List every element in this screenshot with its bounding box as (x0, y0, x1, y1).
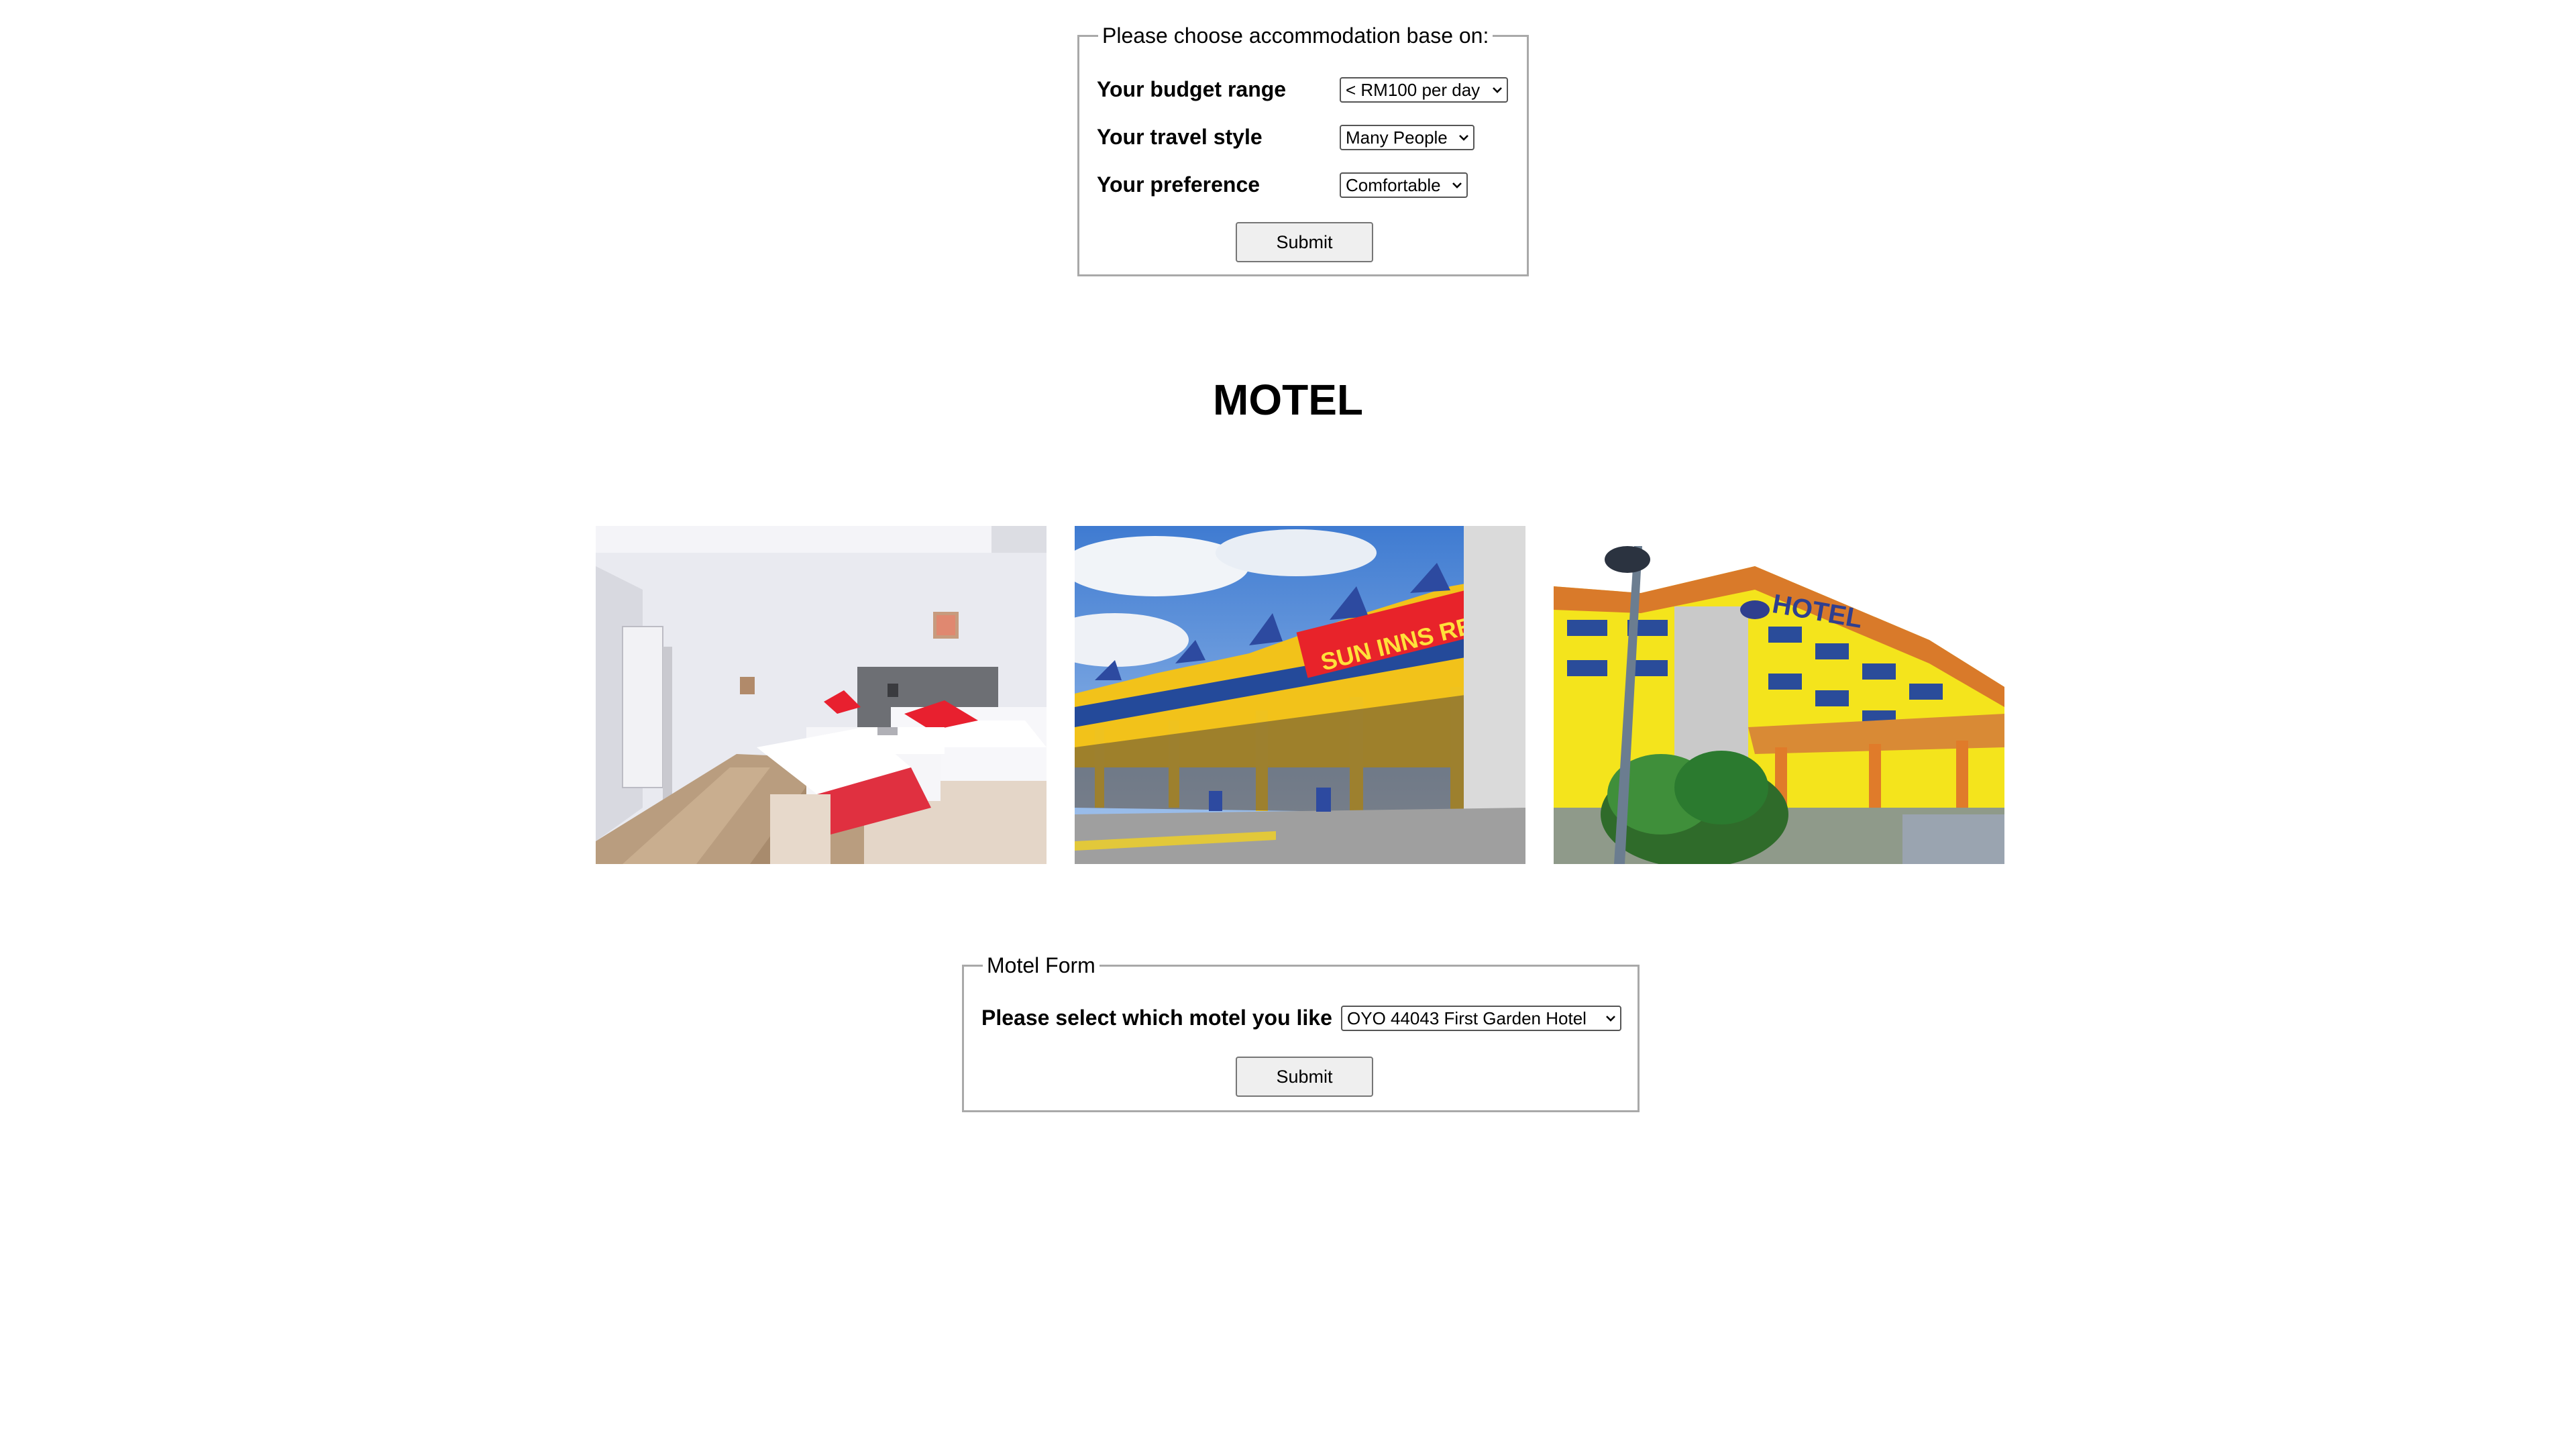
hotel-room-photo (596, 526, 1046, 864)
accommodation-form-legend: Please choose accommodation base on: (1098, 19, 1493, 52)
chevron-down-icon (1452, 182, 1462, 189)
motel-form-legend: Motel Form (983, 949, 1099, 981)
accommodation-submit-button[interactable]: Submit (1236, 222, 1373, 262)
preference-label: Your preference (1097, 172, 1260, 197)
chevron-down-icon (1606, 1016, 1615, 1022)
travel-style-select[interactable]: Many People (1340, 125, 1474, 150)
preference-select[interactable]: Comfortable (1340, 172, 1468, 198)
chevron-down-icon (1459, 135, 1468, 141)
motel-select-label: Please select which motel you like (981, 1006, 1332, 1030)
motel-select-value: OYO 44043 First Garden Hotel (1347, 1008, 1587, 1028)
page: Please choose accommodation base on: You… (0, 0, 2576, 1449)
accommodation-form: Please choose accommodation base on: You… (1077, 19, 1529, 276)
budget-label: Your budget range (1097, 77, 1287, 101)
travel-style-label: Your travel style (1097, 125, 1263, 149)
preference-row: Your preference Comfortable (1097, 168, 1513, 201)
motel-submit-button[interactable]: Submit (1236, 1057, 1373, 1097)
hotel-building-photo: HOTEL (1554, 526, 2004, 864)
budget-select-value: < RM100 per day (1346, 80, 1481, 100)
budget-select[interactable]: < RM100 per day (1340, 77, 1508, 103)
page-title: MOTEL (1213, 376, 1363, 424)
motel-select-row: Please select which motel you like OYO 4… (981, 1002, 1625, 1034)
travel-style-select-value: Many People (1346, 127, 1448, 148)
motel-select[interactable]: OYO 44043 First Garden Hotel (1341, 1006, 1621, 1031)
chevron-down-icon (1493, 87, 1502, 93)
rest-house-photo: SUN INNS REST HOUSE (1075, 526, 1525, 864)
budget-row: Your budget range < RM100 per day (1097, 73, 1513, 105)
travel-style-row: Your travel style Many People (1097, 121, 1513, 153)
motel-form: Motel Form Please select which motel you… (962, 949, 1640, 1112)
preference-select-value: Comfortable (1346, 175, 1441, 195)
